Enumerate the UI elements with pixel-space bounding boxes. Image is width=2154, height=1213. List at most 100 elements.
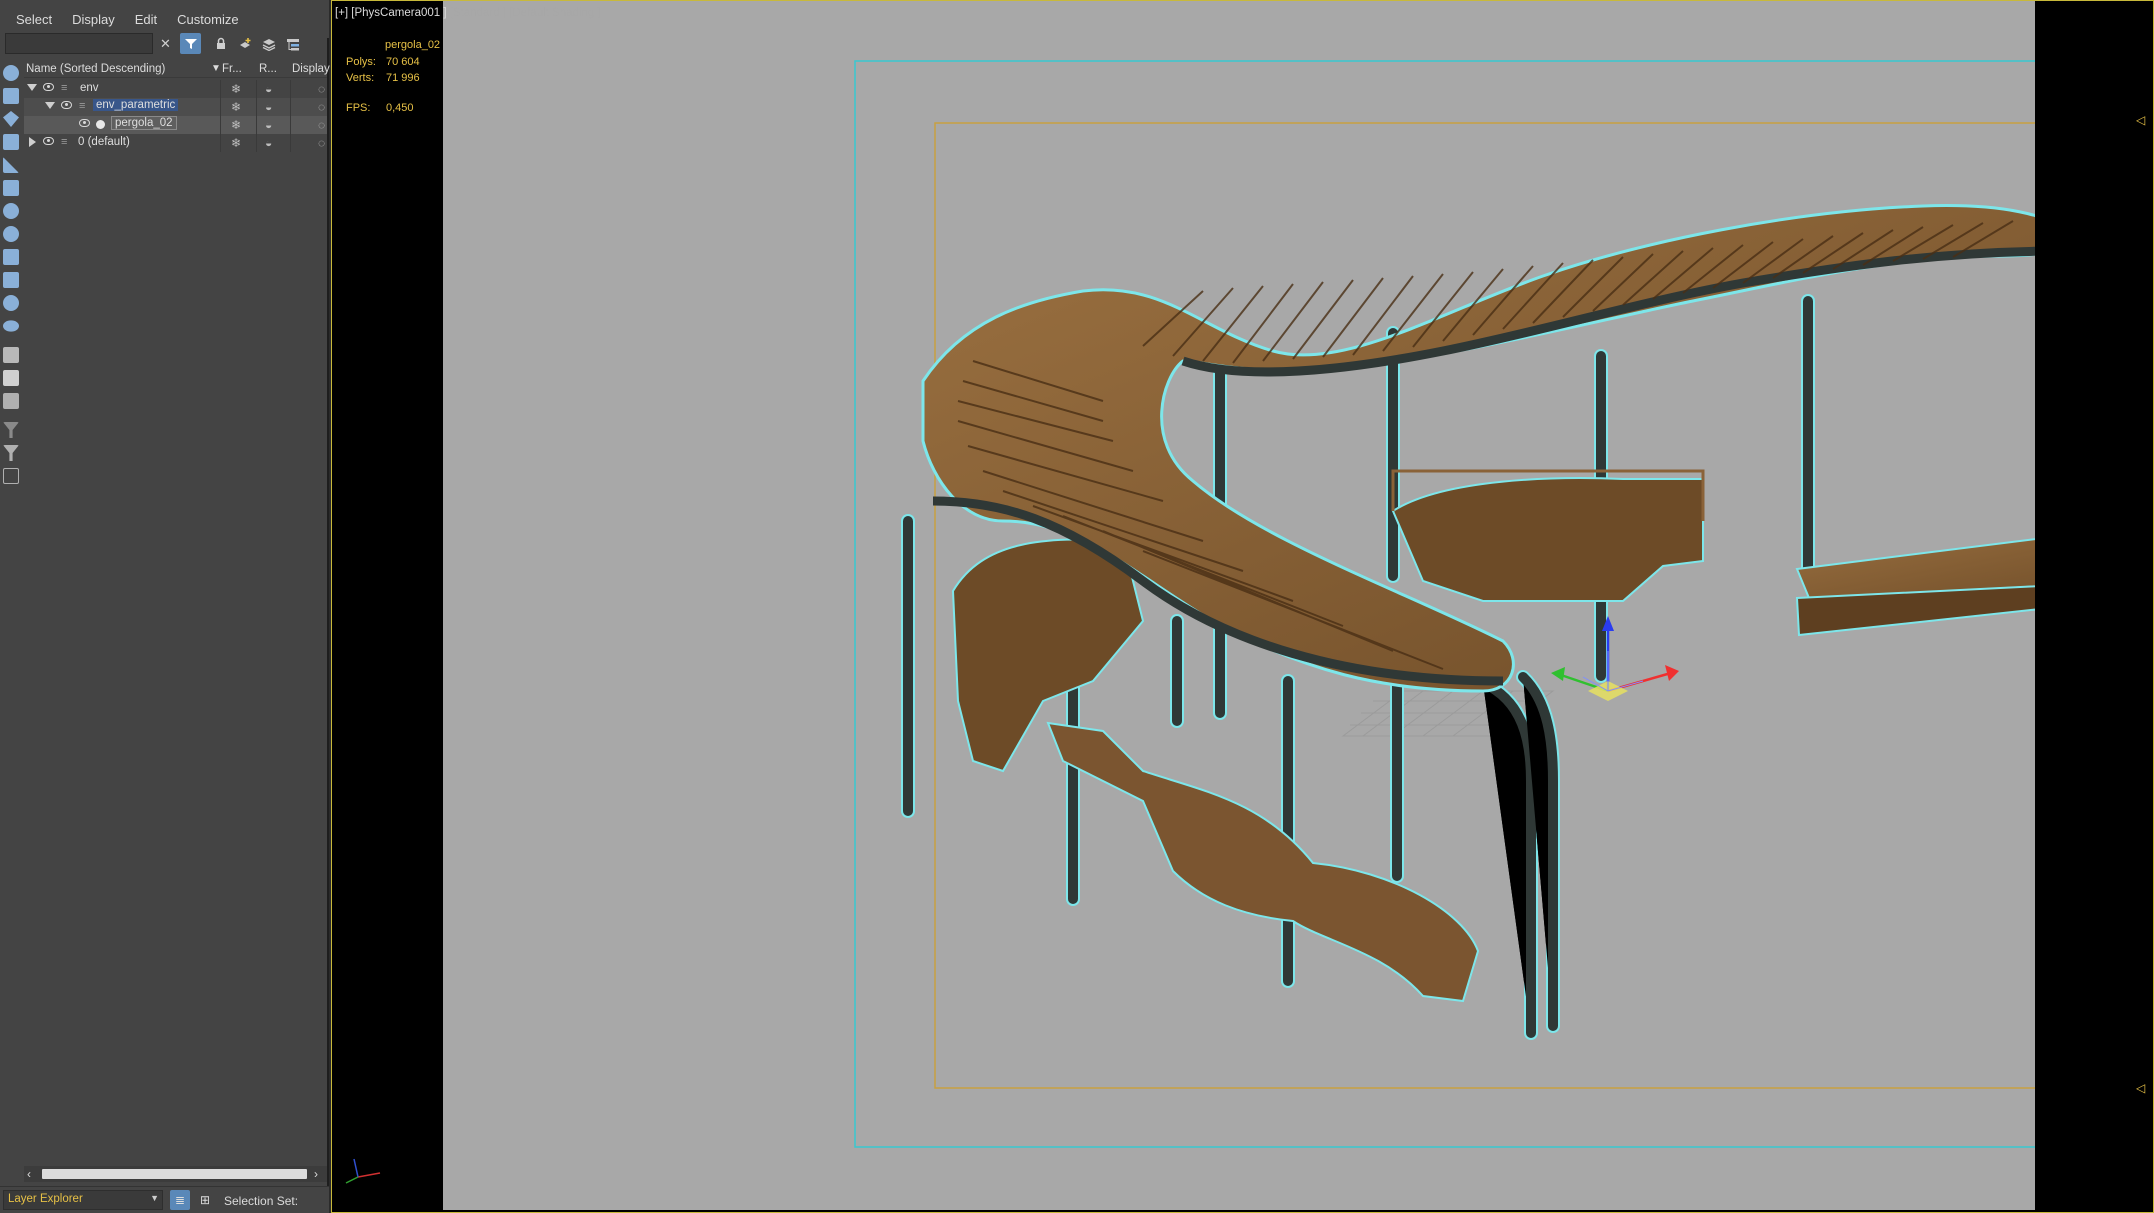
display-groups-icon[interactable] <box>3 226 19 242</box>
visibility-eye-icon[interactable] <box>79 119 90 127</box>
clear-filter-icon[interactable]: ✕ <box>155 33 176 54</box>
freeze-icon[interactable]: ❄ <box>231 82 241 96</box>
render-teapot-icon[interactable]: ◒ <box>265 100 272 114</box>
sort-arrow-icon[interactable]: ▼ <box>211 63 221 74</box>
tree-row-env-parametric[interactable]: ≡ env_parametric ❄ ◒ ◌ <box>24 98 327 116</box>
tree-row-label: env_parametric <box>93 99 179 111</box>
column-name[interactable]: Name (Sorted Descending) <box>26 63 165 75</box>
visibility-eye-icon[interactable] <box>61 101 72 109</box>
display-dependents-icon[interactable] <box>3 393 19 409</box>
chevron-down-icon: ▼ <box>150 1193 159 1203</box>
filter-toggle-icon[interactable] <box>3 422 19 438</box>
app-root: Select Display Edit Customize ✕ Name (So… <box>0 0 2154 1213</box>
collapse-arrow-icon[interactable] <box>27 84 37 91</box>
display-settings-icon[interactable]: ◌ <box>318 118 325 132</box>
perspective-viewport[interactable]: [+] [PhysCamera001 ] [Standard ] [Defaul… <box>331 0 2154 1213</box>
freeze-icon[interactable]: ❄ <box>231 118 241 132</box>
polys-stat: Polys: 70 604 <box>346 56 420 68</box>
explorer-type-dropdown[interactable]: Layer Explorer ▼ <box>3 1190 163 1210</box>
menu-customize[interactable]: Customize <box>169 8 246 31</box>
tree-row-default[interactable]: ≡ 0 (default) ❄ ◒ ◌ <box>24 134 327 152</box>
layer-tree: Name (Sorted Descending) ▼ Fr... R... Di… <box>24 61 330 1171</box>
verts-value: 71 996 <box>386 72 420 84</box>
filter-input[interactable] <box>5 33 153 54</box>
filter-list-icon[interactable] <box>3 445 19 461</box>
tree-row-label: pergola_02 <box>111 116 177 130</box>
display-settings-icon[interactable]: ◌ <box>318 136 325 150</box>
bench-right <box>1795 538 2035 637</box>
render-teapot-icon[interactable]: ◒ <box>265 82 272 96</box>
freeze-icon[interactable]: ❄ <box>231 136 241 150</box>
bench-middle <box>1391 469 1705 602</box>
tree-row-label: env <box>80 82 99 94</box>
display-children-icon[interactable] <box>3 370 19 386</box>
selected-object-name: pergola_02 <box>385 39 441 51</box>
fps-value: 0,450 <box>386 102 414 114</box>
display-none-icon[interactable] <box>3 65 19 81</box>
tree-row-label: 0 (default) <box>78 136 130 148</box>
explorer-type-value: Layer Explorer <box>8 1193 83 1205</box>
tree-header: Name (Sorted Descending) ▼ Fr... R... Di… <box>24 61 330 78</box>
menu-display[interactable]: Display <box>64 8 123 31</box>
render-teapot-icon[interactable]: ◒ <box>265 118 272 132</box>
display-geometry-icon[interactable] <box>3 88 19 104</box>
sort-by-layer-icon[interactable]: ≣ <box>170 1190 190 1210</box>
layer-icon: ≡ <box>61 136 68 148</box>
scrollbar-thumb[interactable] <box>42 1169 307 1179</box>
polys-label: Polys: <box>346 56 376 68</box>
display-settings-icon[interactable]: ◌ <box>318 100 325 114</box>
column-frozen[interactable]: Fr... <box>222 63 242 75</box>
polys-value: 70 604 <box>386 56 420 68</box>
transform-gizmo[interactable] <box>1551 616 1679 701</box>
explorer-side-toolbar <box>0 60 22 500</box>
collapse-all-icon[interactable] <box>3 468 19 484</box>
viewport-shading-label[interactable]: [Default Shading ] <box>509 7 600 19</box>
hierarchy-icon[interactable] <box>282 33 303 54</box>
display-cameras-icon[interactable] <box>3 157 19 173</box>
tree-row-pergola-02[interactable]: pergola_02 ❄ ◒ ◌ <box>24 116 327 134</box>
visibility-eye-icon[interactable] <box>43 83 54 91</box>
freeze-icon[interactable]: ❄ <box>231 100 241 114</box>
menu-select[interactable]: Select <box>8 8 60 31</box>
display-xrefs-icon[interactable] <box>3 249 19 265</box>
visibility-eye-icon[interactable] <box>43 137 54 145</box>
display-spacewarps-icon[interactable] <box>3 203 19 219</box>
lock-icon[interactable] <box>210 33 231 54</box>
sort-by-hierarchy-icon[interactable]: ⊞ <box>195 1190 215 1210</box>
display-helpers-icon[interactable] <box>3 180 19 196</box>
filter-icon[interactable] <box>180 33 201 54</box>
menu-edit[interactable]: Edit <box>127 8 165 31</box>
axis-tripod-icon <box>345 1158 381 1184</box>
expand-arrow-icon[interactable] <box>29 137 36 147</box>
display-frozen-icon[interactable] <box>3 347 19 363</box>
viewport-label[interactable]: [+] [PhysCamera001 ] [Standard ] [Defaul… <box>335 7 601 19</box>
collapse-arrow-icon[interactable] <box>45 102 55 109</box>
viewport-standard-label[interactable]: [Standard ] <box>450 7 506 19</box>
display-bones-icon[interactable] <box>3 272 19 288</box>
add-layer-icon[interactable] <box>234 33 255 54</box>
column-display[interactable]: Display <box>292 63 330 75</box>
tree-row-env[interactable]: ≡ env ❄ ◒ ◌ <box>24 80 327 98</box>
display-lights-icon[interactable] <box>3 134 19 150</box>
scroll-right-icon[interactable]: › <box>314 1167 318 1181</box>
layers-icon[interactable] <box>258 33 279 54</box>
render-teapot-icon[interactable]: ◒ <box>265 136 272 150</box>
scroll-left-icon[interactable]: ‹ <box>27 1167 31 1181</box>
scene-render[interactable] <box>443 1 2035 1210</box>
bench-left-upper <box>951 538 1145 773</box>
display-shapes-icon[interactable] <box>3 111 19 127</box>
display-settings-icon[interactable]: ◌ <box>318 82 325 96</box>
viewport-camera-label[interactable]: [+] [PhysCamera001 ] <box>335 7 447 19</box>
scene-explorer-panel: Select Display Edit Customize ✕ Name (So… <box>0 0 330 1213</box>
column-render[interactable]: R... <box>259 63 277 75</box>
verts-label: Verts: <box>346 72 375 84</box>
layer-icon: ≡ <box>79 100 86 112</box>
fps-stat: FPS: 0,450 <box>346 102 414 114</box>
viewport-marker-icon: ◁ <box>2136 113 2146 127</box>
verts-stat: Verts: 71 996 <box>346 72 420 84</box>
display-hidden-icon[interactable] <box>3 320 19 332</box>
display-containers-icon[interactable] <box>3 295 19 311</box>
selection-set-label: Selection Set: <box>224 1194 299 1208</box>
fps-label: FPS: <box>346 102 371 114</box>
horizontal-scrollbar[interactable]: ‹ › <box>24 1166 327 1182</box>
